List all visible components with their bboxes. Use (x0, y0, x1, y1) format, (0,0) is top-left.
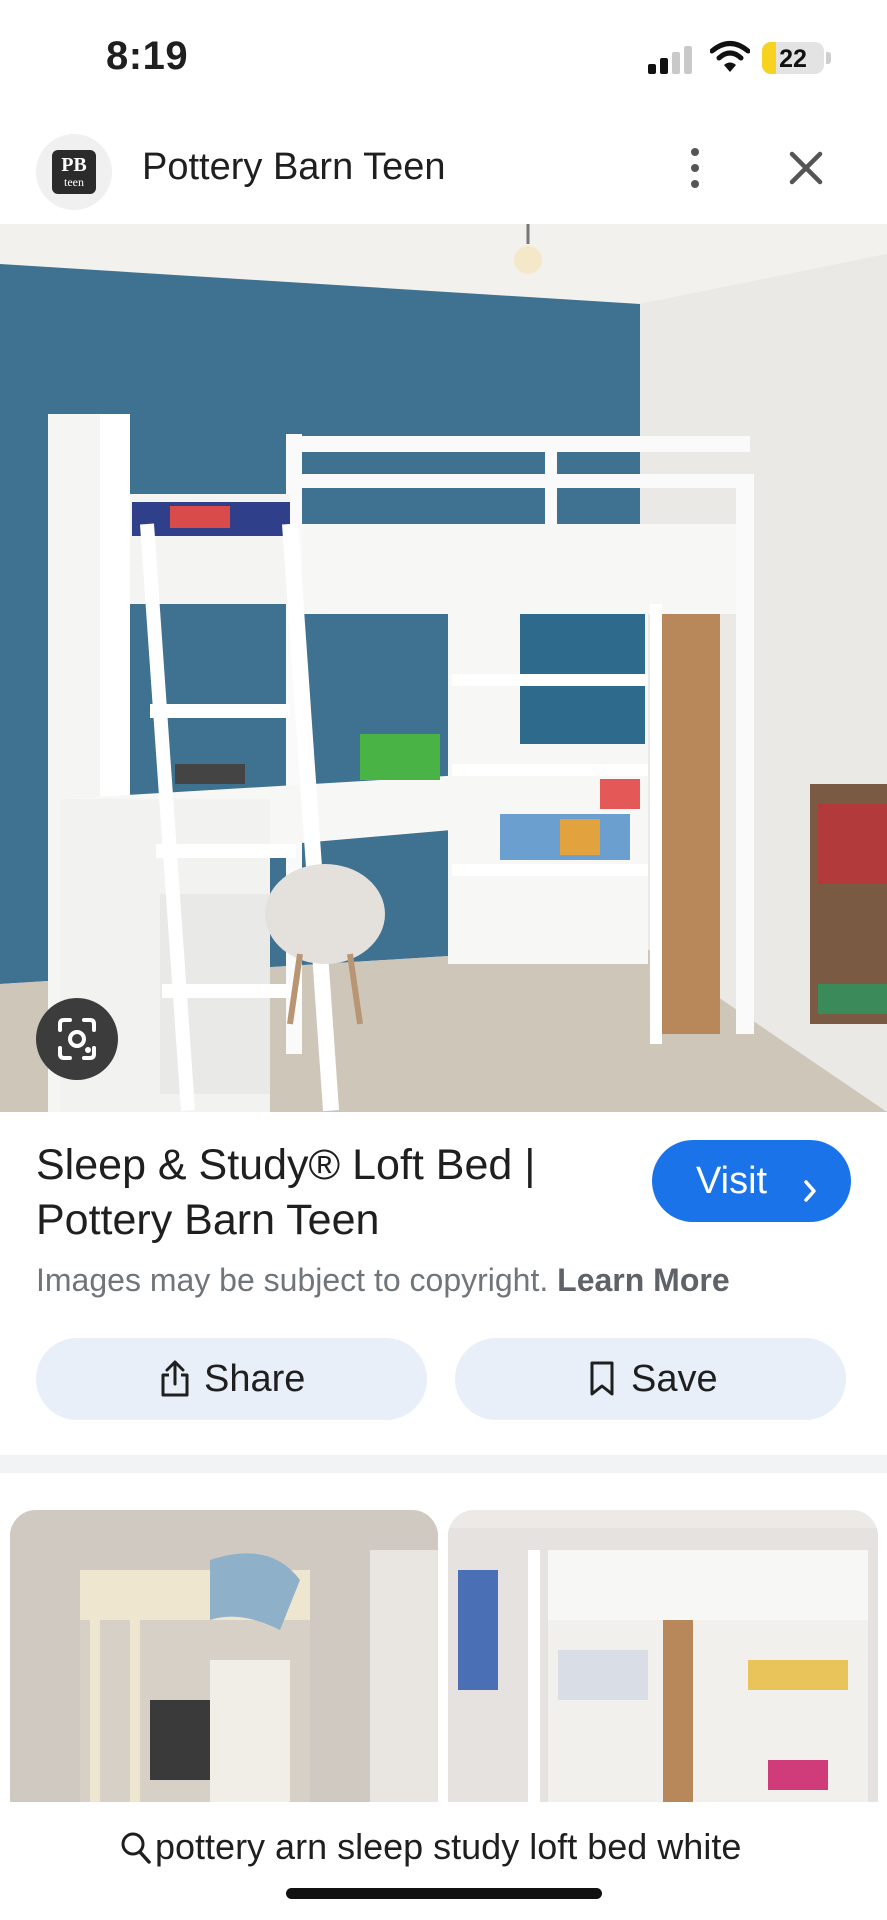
wifi-icon (709, 40, 751, 74)
bookmark-icon (585, 1358, 619, 1398)
search-bar[interactable]: pottery arn sleep study loft bed white (0, 1802, 887, 1920)
chevron-right-icon (802, 1170, 818, 1213)
cellular-signal-icon (648, 44, 694, 74)
close-icon[interactable] (782, 144, 830, 192)
section-divider (0, 1455, 887, 1473)
result-image[interactable] (0, 224, 887, 1112)
save-button[interactable]: Save (455, 1338, 846, 1420)
battery-icon: 22 (762, 42, 824, 74)
copyright-text: Images may be subject to copyright. (36, 1262, 549, 1298)
search-query[interactable]: pottery arn sleep study loft bed white (155, 1826, 741, 1868)
logo-text-top: PB (61, 154, 87, 176)
google-lens-icon[interactable] (36, 998, 118, 1080)
related-image-1[interactable] (10, 1510, 438, 1802)
logo-text-bottom: teen (64, 175, 84, 189)
copyright-notice: Images may be subject to copyright. Lear… (36, 1262, 730, 1299)
save-label: Save (631, 1358, 718, 1400)
visit-label: Visit (696, 1160, 768, 1202)
search-icon (120, 1830, 152, 1866)
result-header: PB teen Pottery Barn Teen (0, 118, 887, 224)
more-vert-icon[interactable] (680, 142, 710, 194)
result-title[interactable]: Sleep & Study® Loft Bed | Pottery Barn T… (36, 1138, 596, 1248)
status-bar: 8:19 22 (0, 0, 887, 118)
related-image-2[interactable] (448, 1510, 878, 1802)
site-logo-mark: PB teen (52, 150, 96, 194)
learn-more-link[interactable]: Learn More (557, 1262, 729, 1298)
site-logo[interactable]: PB teen (36, 134, 112, 210)
share-label: Share (204, 1358, 306, 1400)
home-indicator[interactable] (286, 1888, 602, 1899)
site-name[interactable]: Pottery Barn Teen (142, 146, 445, 189)
visit-button[interactable]: Visit (652, 1140, 851, 1222)
status-time: 8:19 (106, 34, 189, 78)
share-icon (158, 1358, 192, 1398)
battery-level: 22 (779, 45, 807, 73)
share-button[interactable]: Share (36, 1338, 427, 1420)
battery-tip (826, 52, 831, 64)
